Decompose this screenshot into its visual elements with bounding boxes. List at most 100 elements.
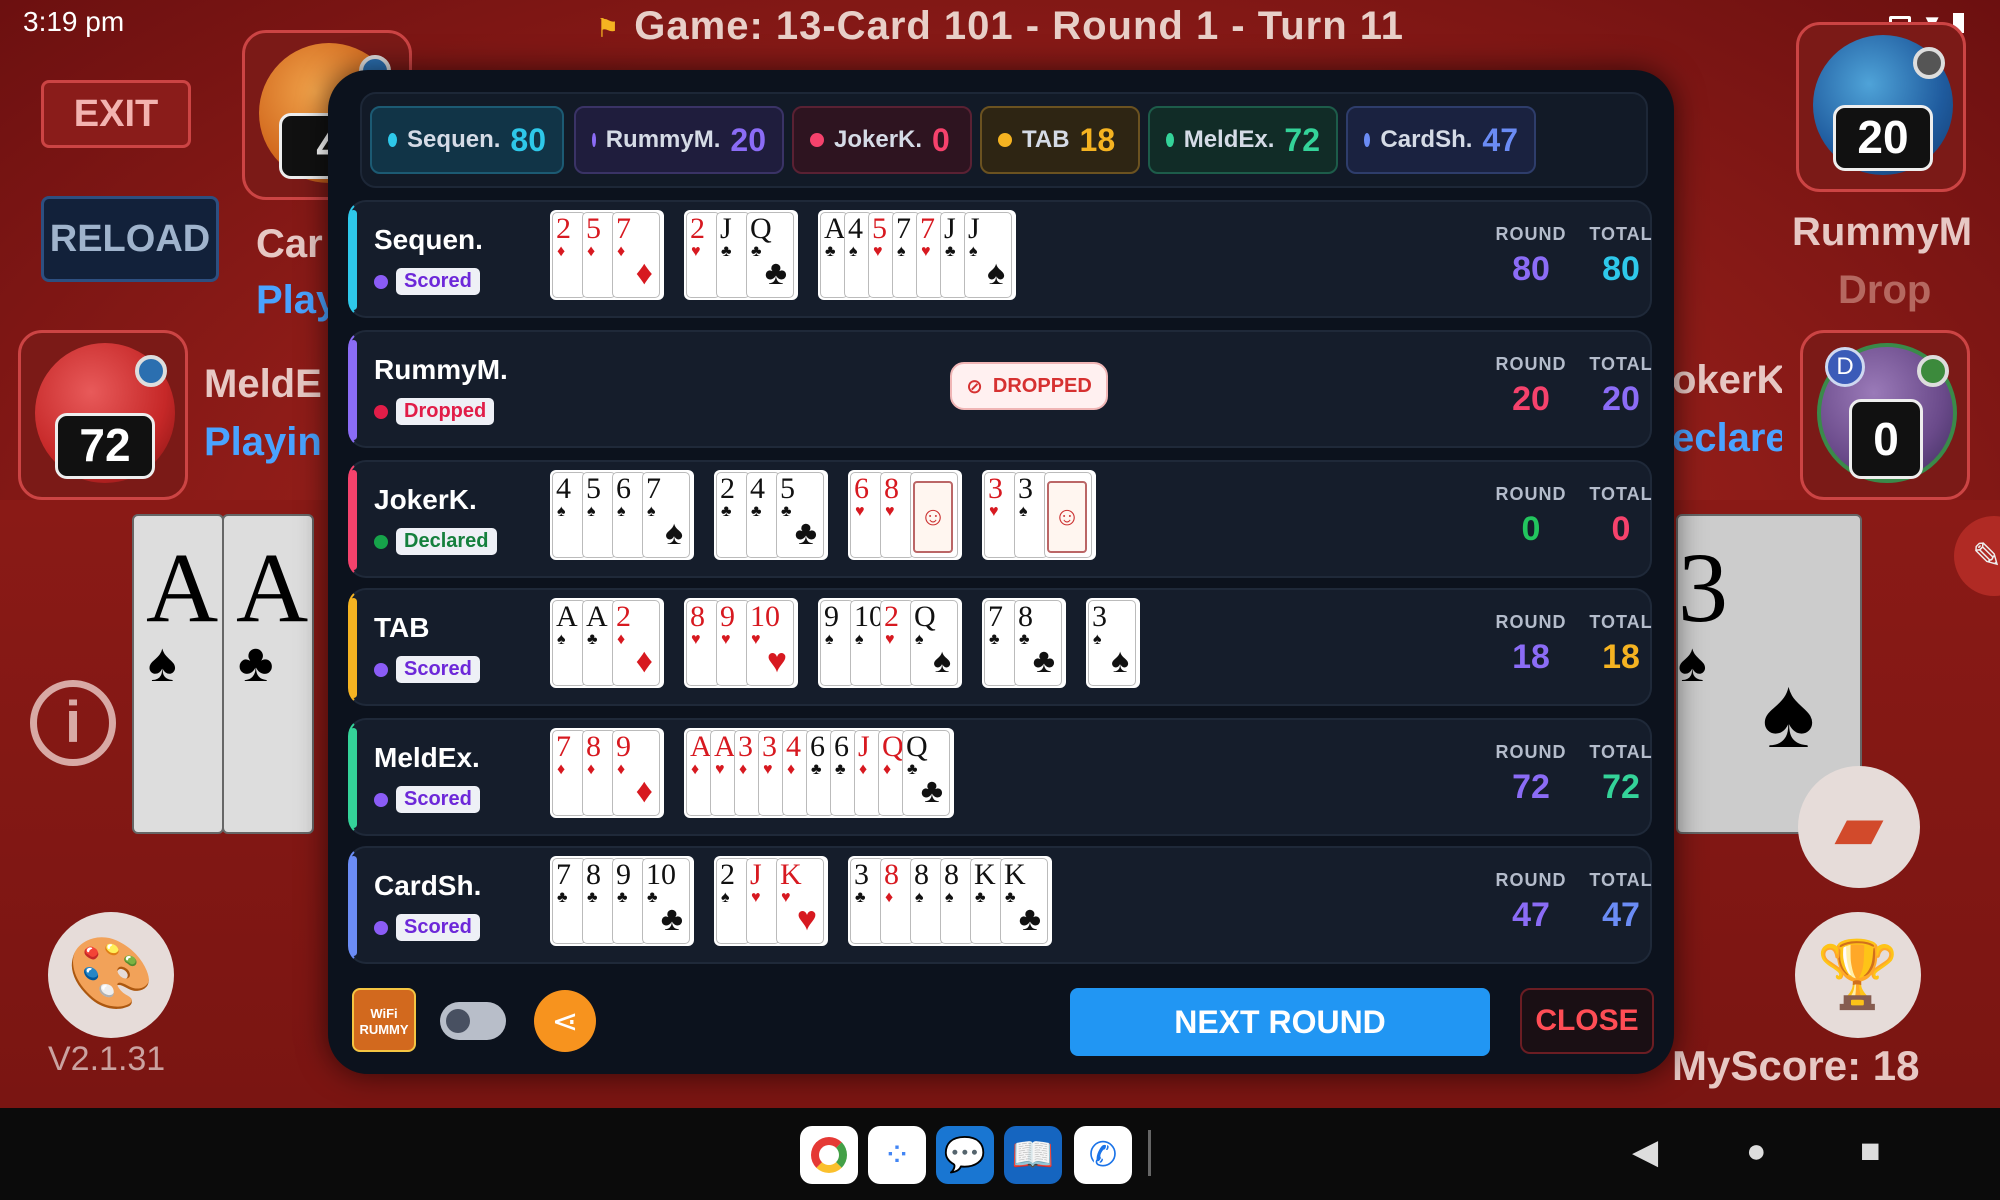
card-suit: ♥ <box>781 889 791 906</box>
card-suit: ♠ <box>969 243 978 260</box>
card-suit: ♣ <box>835 761 846 778</box>
player-avatar-mid-left[interactable]: 72 <box>18 330 188 500</box>
card-suit-large: ♠ <box>1110 643 1129 680</box>
card-suit: ♣ <box>1019 631 1030 648</box>
player-name: RummyM. <box>374 354 508 385</box>
playing-card: J ♣ <box>716 212 750 298</box>
status-label: Scored <box>396 914 480 941</box>
hand-card[interactable]: A ♣ <box>222 514 314 834</box>
status-dot <box>1917 355 1949 387</box>
player-avatar-top-right[interactable]: 20 <box>1796 22 1966 192</box>
exit-button[interactable]: EXIT <box>41 80 191 148</box>
card-suit: ♠ <box>557 631 566 648</box>
card-suit: ♣ <box>751 243 762 260</box>
playing-card: A ♠ <box>552 600 586 686</box>
next-round-button[interactable]: NEXT ROUND <box>1070 988 1490 1056</box>
round-header: ROUND <box>1495 742 1567 762</box>
chip-dot <box>1166 133 1174 147</box>
player-name: CardSh. <box>374 870 482 901</box>
avatar-score: 72 <box>55 413 155 479</box>
meld-group: 8 ♥ 9 ♥ 10 ♥ ♥ <box>684 598 798 688</box>
card-suit: ♥ <box>921 243 931 260</box>
hand-card[interactable]: A ♠ <box>132 514 224 834</box>
chrome-icon[interactable] <box>800 1126 858 1184</box>
playing-card: 8 ♠ <box>940 858 974 944</box>
card-rank: Q <box>914 600 936 633</box>
round-header: ROUND <box>1495 612 1567 632</box>
reload-button[interactable]: RELOAD <box>41 196 219 282</box>
playing-card: 7 ♦ <box>552 730 586 816</box>
playing-card: 5 ♣ ♣ <box>776 472 824 558</box>
card-suit: ♦ <box>739 761 748 778</box>
dropped-label: DROPPED <box>992 374 1092 397</box>
card-rank: 6 <box>616 472 631 505</box>
player-name: Sequen. <box>374 224 483 255</box>
card-suit: ♦ <box>787 761 796 778</box>
back-icon[interactable]: ◀ <box>1632 1132 1658 1172</box>
player-status: Scored <box>374 914 480 941</box>
card-rank: J <box>944 212 956 245</box>
player-avatar-mid-right[interactable]: D 0 <box>1800 330 1970 500</box>
player-status: Declared <box>374 528 497 555</box>
card-suit: ♠ <box>825 631 834 648</box>
card-rank: 4 <box>848 212 863 245</box>
palette-icon[interactable]: 🎨 <box>48 912 174 1038</box>
card-suit: ♦ <box>883 761 892 778</box>
card-rank: A <box>586 600 608 633</box>
card-rank: 6 <box>810 730 825 763</box>
card-suit: ♥ <box>855 503 865 520</box>
score-chip: RummyM. 20 <box>574 106 784 174</box>
phone-icon[interactable]: ✆ <box>1074 1126 1132 1184</box>
card-suit: ♥ <box>763 761 773 778</box>
card-suit: ♥ <box>721 631 731 648</box>
playing-card: 5 ♠ <box>582 472 616 558</box>
card-rank: A <box>824 212 846 245</box>
close-button[interactable]: CLOSE <box>1520 988 1654 1054</box>
card-rank: 7 <box>988 600 1003 633</box>
card-rank: 2 <box>556 212 571 245</box>
info-icon[interactable]: i <box>30 680 116 766</box>
game-title-text: Game: 13-Card 101 - Round 1 - Turn 11 <box>634 4 1405 48</box>
card-rank: 3 <box>988 472 1003 505</box>
card-rank: 6 <box>834 730 849 763</box>
chip-name: JokerK. <box>834 126 923 153</box>
books-icon[interactable]: 📖 <box>1004 1126 1062 1184</box>
total-header: TOTAL <box>1589 742 1653 762</box>
trophy-icon[interactable]: 🏆 <box>1795 912 1921 1038</box>
status-dot <box>374 534 388 549</box>
player-status: Scored <box>374 786 480 813</box>
card-rank: 8 <box>586 730 601 763</box>
card-rank: 6 <box>854 472 869 505</box>
card-suit: ♠ <box>915 889 924 906</box>
share-icon[interactable]: ⋖ <box>534 990 596 1052</box>
messages-icon[interactable]: 💬 <box>936 1126 994 1184</box>
status-dot <box>374 920 388 935</box>
meld-group: 3 ♣ 8 ♦ 8 ♠ 8 ♠ K ♣ K ♣ ♣ <box>848 856 1052 946</box>
playing-card: 8 ♣ ♣ <box>1014 600 1062 686</box>
playing-card: 10 ♣ ♣ <box>642 858 690 944</box>
total-score: 18 <box>1602 638 1640 676</box>
playing-card: 9 ♦ ♦ <box>612 730 660 816</box>
card-suit: ♣ <box>989 631 1000 648</box>
card-suit-large: ♣ <box>920 773 943 810</box>
card-suit: ♣ <box>825 243 836 260</box>
playing-card: 8 ♦ <box>582 730 616 816</box>
playing-card: 3 ♠ <box>1014 472 1048 558</box>
recents-icon[interactable]: ■ <box>1860 1132 1881 1171</box>
assistant-icon[interactable]: ⁘ <box>868 1126 926 1184</box>
card-rank: 10 <box>646 858 676 891</box>
card-suit-large: ♣ <box>764 255 787 292</box>
card-suit-large: ♣ <box>1018 901 1041 938</box>
card-suit: ♦ <box>859 761 868 778</box>
card-rank: 8 <box>914 858 929 891</box>
card-rank: 5 <box>872 212 887 245</box>
card-rank: 8 <box>690 600 705 633</box>
cards-icon[interactable]: ▰ <box>1798 766 1920 888</box>
home-icon[interactable]: ● <box>1746 1132 1767 1171</box>
card-suit: ♣ <box>811 761 822 778</box>
score-summary-chips: Sequen. 80 RummyM. 20 JokerK. 0 TAB 18 MeldEx. 72… <box>360 92 1648 188</box>
flag-icon: ⚑ <box>595 12 621 43</box>
card-suit: ♠ <box>1093 631 1102 648</box>
toggle-switch[interactable] <box>440 1002 506 1040</box>
card-rank: 9 <box>616 730 631 763</box>
